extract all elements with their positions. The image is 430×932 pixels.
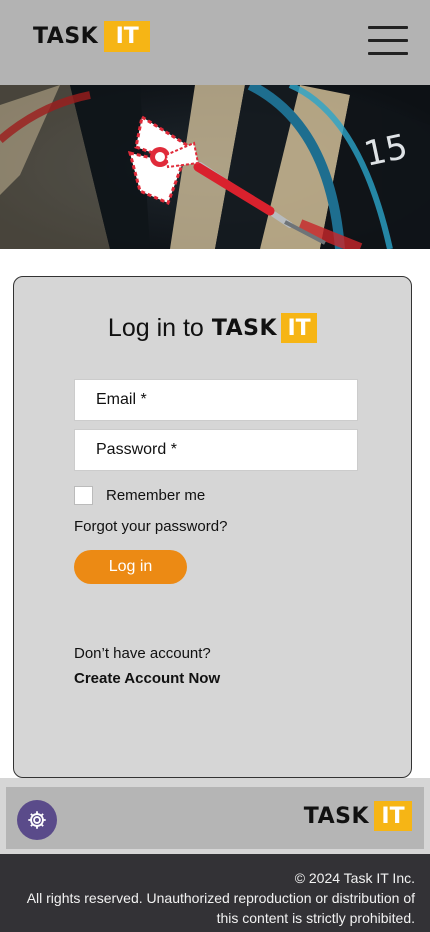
header-logo[interactable]: TASK IT (33, 21, 151, 52)
logo-box: IT (281, 313, 318, 343)
copyright-section: © 2024 Task IT Inc. All rights reserved.… (0, 854, 430, 932)
forgot-password-link[interactable]: Forgot your password? (74, 518, 227, 535)
settings-button[interactable] (17, 800, 57, 840)
footer-logo[interactable]: TASK IT (304, 801, 412, 831)
login-button[interactable]: Log in (74, 550, 187, 584)
remember-me-checkbox[interactable] (74, 486, 93, 505)
top-header: TASK IT (0, 0, 430, 85)
footer: TASK IT (0, 778, 430, 854)
email-placeholder: Email * (96, 391, 147, 408)
hero-image: 15 (0, 85, 430, 249)
login-title-text: Log in to (107, 313, 204, 342)
logo-box: IT (374, 801, 412, 831)
dartboard-illustration: 15 (0, 85, 430, 249)
remember-me-label: Remember me (106, 487, 206, 504)
password-placeholder: Password * (96, 441, 177, 458)
logo-word: TASK (303, 803, 369, 829)
create-account-link[interactable]: Create Account Now (74, 670, 220, 687)
login-logo: TASK IT (211, 313, 318, 343)
gear-icon (28, 811, 46, 829)
login-title: Log in to TASK IT (14, 313, 411, 343)
logo-box: IT (104, 21, 151, 52)
logo-word: TASK (33, 24, 99, 49)
no-account-text: Don’t have account? (74, 645, 211, 662)
copyright-line: © 2024 Task IT Inc. (294, 870, 415, 886)
logo-word: TASK (211, 315, 278, 341)
hamburger-menu-icon[interactable] (368, 26, 408, 56)
footer-bar: TASK IT (6, 787, 424, 849)
email-field[interactable]: Email * (74, 379, 358, 421)
copyright-notice: All rights reserved. Unauthorized reprod… (26, 890, 415, 926)
login-card: Log in to TASK IT Email * Password * Rem… (13, 276, 412, 778)
remember-me: Remember me (74, 486, 205, 505)
password-field[interactable]: Password * (74, 429, 358, 471)
